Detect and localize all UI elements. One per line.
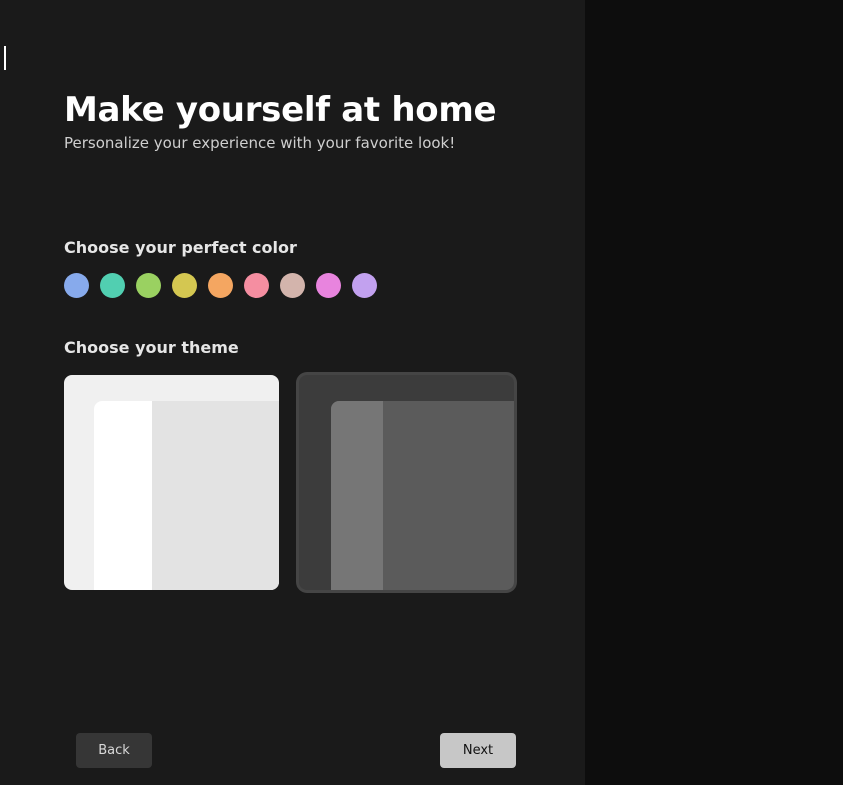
theme-options [64,375,525,590]
theme-preview-sidebar [94,401,152,590]
theme-option-dark[interactable] [299,375,514,590]
left-pane: Make yourself at home Personalize your e… [0,0,585,785]
color-swatch-magenta[interactable] [316,273,341,298]
theme-section: Choose your theme [64,338,525,590]
color-section-label: Choose your perfect color [64,238,525,257]
content: Make yourself at home Personalize your e… [64,90,525,590]
color-swatch-green[interactable] [136,273,161,298]
theme-section-label: Choose your theme [64,338,525,357]
color-swatch-mauve[interactable] [280,273,305,298]
right-pane [585,0,843,785]
color-swatch-olive[interactable] [172,273,197,298]
color-swatch-orange[interactable] [208,273,233,298]
color-swatch-purple[interactable] [352,273,377,298]
page-subtitle: Personalize your experience with your fa… [64,134,525,152]
back-button[interactable]: Back [76,733,152,768]
color-section: Choose your perfect color [64,238,525,298]
text-cursor [4,46,6,70]
next-button[interactable]: Next [440,733,516,768]
theme-preview-sidebar [331,401,383,590]
theme-preview-window [94,401,279,590]
color-swatch-blue[interactable] [64,273,89,298]
theme-preview-window [331,401,514,590]
page-title: Make yourself at home [64,90,525,130]
theme-option-light[interactable] [64,375,279,590]
footer: Back Next [76,733,516,768]
color-swatch-teal[interactable] [100,273,125,298]
color-swatches [64,273,525,298]
color-swatch-pink[interactable] [244,273,269,298]
